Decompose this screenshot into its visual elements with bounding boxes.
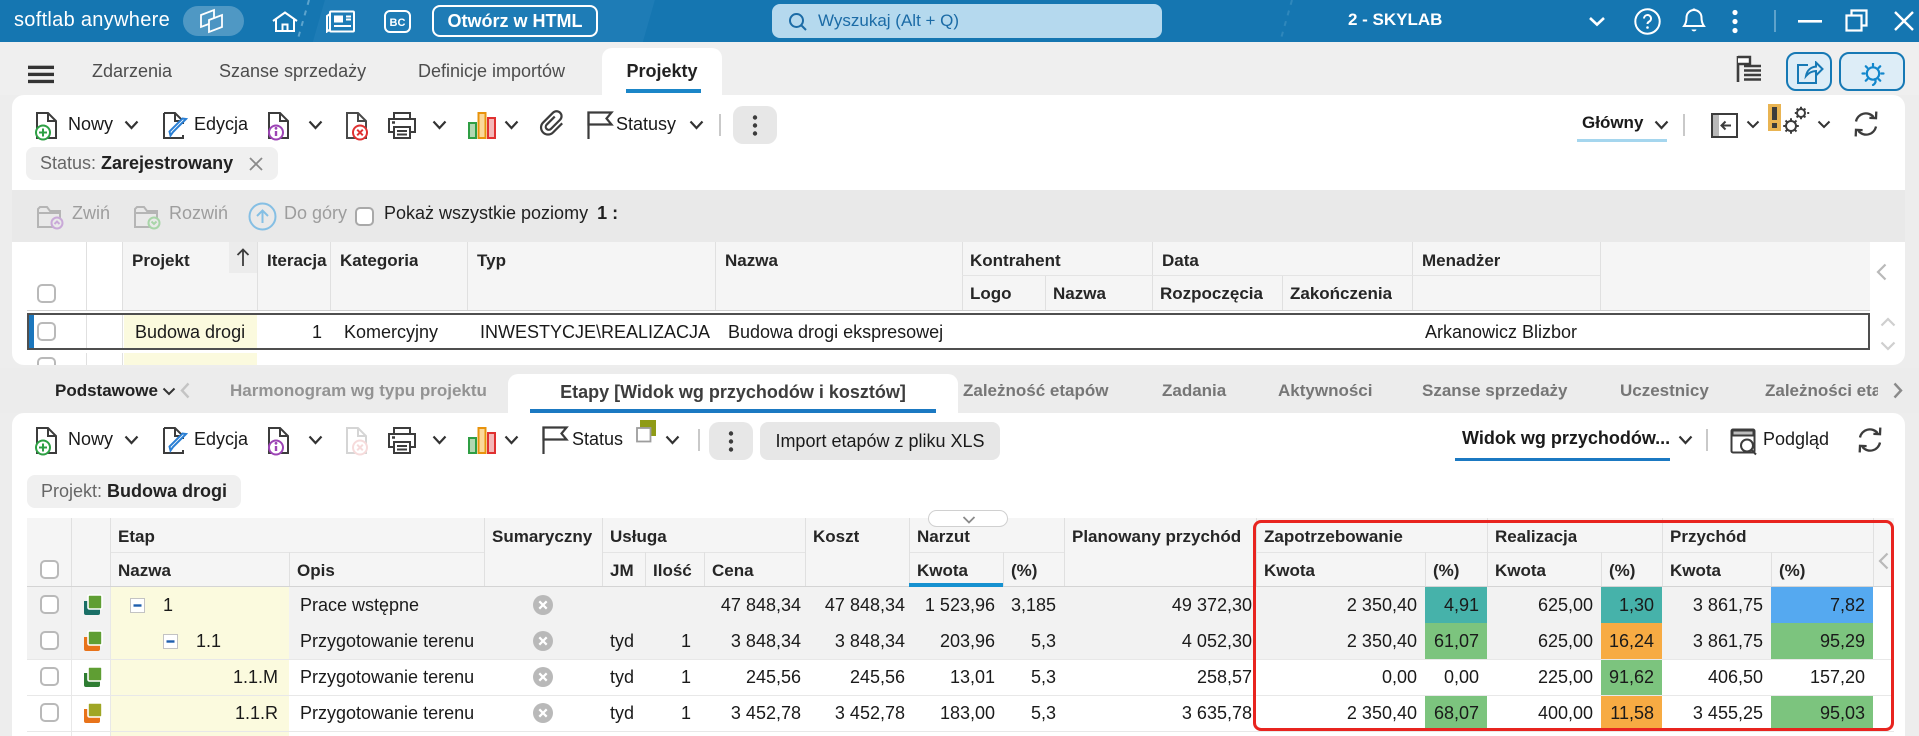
svg-text:BC: BC [390, 17, 406, 29]
